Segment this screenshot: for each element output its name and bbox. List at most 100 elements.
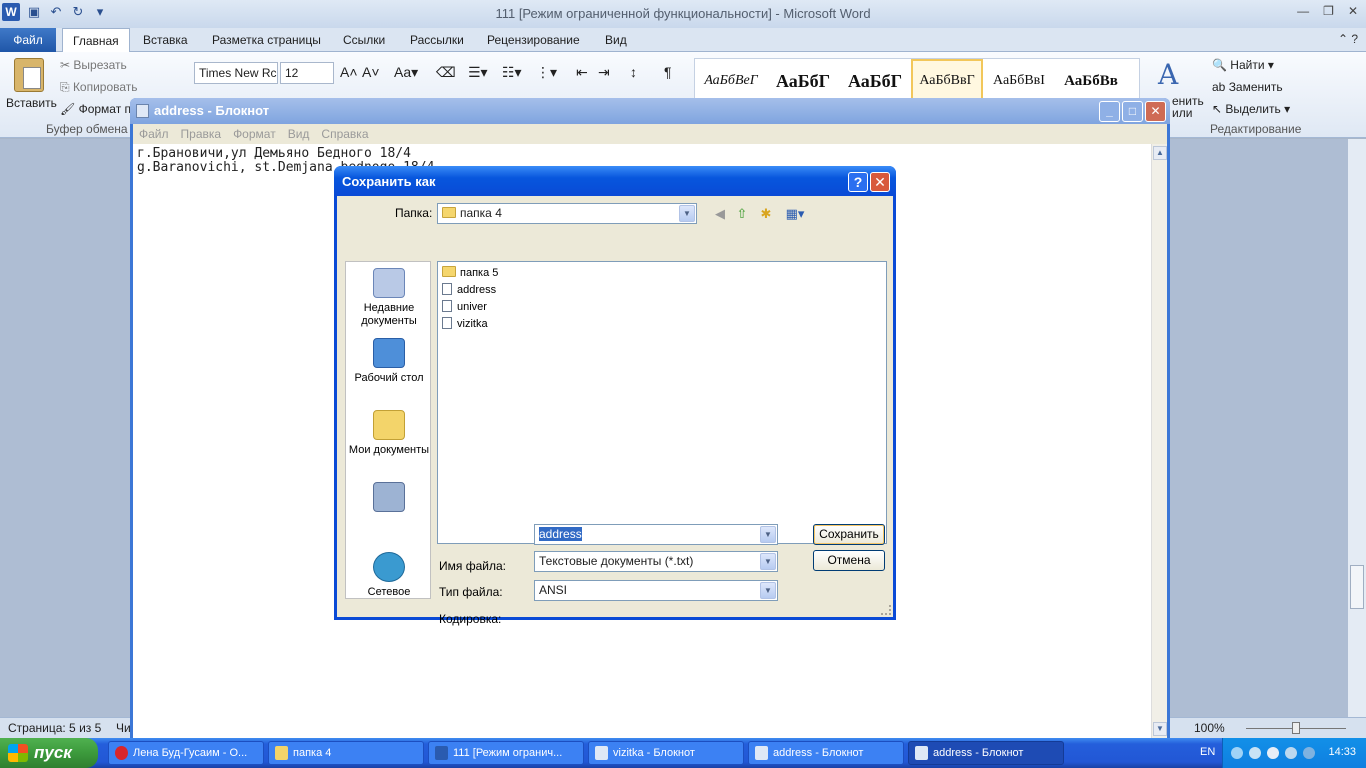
taskbar: пуск Лена Буд-Гусаим - О... папка 4 111 … [0,738,1366,768]
language-indicator[interactable]: EN [1200,746,1215,758]
select-button[interactable]: ↖ Выделить ▾ [1212,102,1290,116]
numbering-icon[interactable]: ☷▾ [502,64,522,81]
word-count-fragment[interactable]: Чи [116,721,131,735]
place-my-documents[interactable]: Мои документы [346,410,432,457]
tab-view[interactable]: Вид [605,28,627,52]
zoom-slider-thumb[interactable] [1292,722,1300,734]
menu-file[interactable]: Файл [139,127,169,141]
font-name-combo[interactable]: Times New Rc [194,62,278,84]
close-icon[interactable]: ✕ [1145,101,1166,122]
taskbar-item-notepad[interactable]: address - Блокнот [748,741,904,765]
style-item[interactable]: АаБбВеГ [695,59,767,103]
filetype-select[interactable]: Текстовые документы (*.txt) ▼ [534,551,778,572]
close-icon[interactable]: ✕ [1348,4,1358,18]
word-vertical-scrollbar[interactable] [1348,139,1366,717]
font-size-combo[interactable]: 12 [280,62,334,84]
cancel-button[interactable]: Отмена [813,550,885,571]
scroll-up-icon[interactable]: ▲ [1153,146,1167,160]
page-count[interactable]: Страница: 5 из 5 [8,721,101,735]
clear-format-icon[interactable]: ⌫ [436,64,456,81]
scroll-thumb[interactable] [1350,565,1364,609]
paste-button[interactable]: Вставить [6,58,57,110]
tray-icon[interactable] [1303,747,1315,759]
menu-help[interactable]: Справка [321,127,368,141]
chevron-down-icon[interactable]: ▼ [760,553,776,570]
restore-icon[interactable]: ❐ [1323,4,1334,18]
tray-icon[interactable] [1231,747,1243,759]
tab-file[interactable]: Файл [0,28,56,52]
encoding-select[interactable]: ANSI ▼ [534,580,778,601]
filename-input[interactable]: address ▼ [534,524,778,545]
view-menu-icon[interactable]: ▦▾ [783,205,807,223]
back-icon[interactable]: ◀ [711,205,729,223]
tab-mailings[interactable]: Рассылки [410,28,464,52]
style-item[interactable]: АаБбВв [1055,59,1127,103]
menu-view[interactable]: Вид [288,127,310,141]
tray-icon[interactable] [1249,747,1261,759]
notepad-vertical-scrollbar[interactable]: ▲ ▼ [1151,144,1167,738]
shrink-font-icon[interactable]: A˅ [362,64,380,80]
style-item-selected[interactable]: АаБбВвГ [911,59,983,103]
resize-grip[interactable] [881,605,891,615]
tray-icon[interactable] [1285,747,1297,759]
grow-font-icon[interactable]: A˄ [340,64,358,80]
pilcrow-icon[interactable]: ¶ [664,64,672,80]
cut-button[interactable]: ✂ Вырезать [60,58,127,72]
replace-button[interactable]: ab Заменить [1212,80,1283,94]
maximize-icon[interactable]: □ [1122,101,1143,122]
scroll-down-icon[interactable]: ▼ [1153,722,1167,736]
chevron-down-icon[interactable]: ▼ [760,582,776,599]
file-list[interactable]: папка 5 address univer vizitka [437,261,887,544]
sort-icon[interactable]: ↕ [630,64,637,80]
menu-format[interactable]: Формат [233,127,276,141]
change-styles-icon[interactable]: A [1158,58,1178,91]
style-item[interactable]: АаБбГ [839,59,911,103]
help-icon[interactable]: ? [848,172,868,192]
place-recent-documents[interactable]: Недавние документы [346,268,432,328]
place-desktop[interactable]: Рабочий стол [346,338,432,385]
windows-logo-icon [8,744,28,762]
start-button[interactable]: пуск [0,738,98,768]
taskbar-item-word[interactable]: 111 [Режим огранич... [428,741,584,765]
help-icon[interactable]: ⌃ ? [1338,32,1358,46]
clock[interactable]: 14:33 [1328,746,1356,758]
chevron-down-icon[interactable]: ▼ [679,205,695,222]
taskbar-item-folder[interactable]: папка 4 [268,741,424,765]
increase-indent-icon[interactable]: ⇥ [598,64,610,81]
zoom-level[interactable]: 100% [1194,721,1225,735]
taskbar-item-notepad-active[interactable]: address - Блокнот [908,741,1064,765]
minimize-icon[interactable]: — [1297,4,1309,18]
close-icon[interactable]: ✕ [870,172,890,192]
list-item[interactable]: vizitka [442,317,488,330]
save-button[interactable]: Сохранить [813,524,885,545]
tab-page-layout[interactable]: Разметка страницы [212,28,321,52]
tray-icon[interactable] [1267,747,1279,759]
menu-edit[interactable]: Правка [181,127,222,141]
list-item[interactable]: univer [442,300,487,313]
find-button[interactable]: 🔍 Найти ▾ [1212,58,1274,72]
new-folder-icon[interactable]: ✱ [757,205,775,223]
taskbar-item-opera[interactable]: Лена Буд-Гусаим - О... [108,741,264,765]
place-network[interactable]: Сетевое [346,552,432,599]
place-my-computer[interactable] [346,482,432,516]
tab-references[interactable]: Ссылки [343,28,385,52]
style-item[interactable]: АаБбВвI [983,59,1055,103]
up-folder-icon[interactable]: ⇧ [733,205,751,223]
taskbar-item-notepad[interactable]: vizitka - Блокнот [588,741,744,765]
tab-home[interactable]: Главная [62,28,130,53]
format-painter-button[interactable]: 🖌 Формат п [60,102,131,116]
tab-insert[interactable]: Вставка [143,28,188,52]
tab-review[interactable]: Рецензирование [487,28,580,52]
list-item[interactable]: папка 5 [442,266,498,279]
list-item[interactable]: address [442,283,496,296]
place-label: Недавние документы [361,302,417,327]
minimize-icon[interactable]: _ [1099,101,1120,122]
chevron-down-icon[interactable]: ▼ [760,526,776,543]
style-item[interactable]: АаБбГ [767,59,839,103]
change-case-icon[interactable]: Aa▾ [394,64,418,81]
bullets-icon[interactable]: ☰▾ [468,64,488,81]
copy-button[interactable]: ⎘ Копировать [60,80,138,95]
folder-combo[interactable]: папка 4 ▼ [437,203,697,224]
decrease-indent-icon[interactable]: ⇤ [576,64,588,81]
multilevel-list-icon[interactable]: ⋮▾ [536,64,557,81]
